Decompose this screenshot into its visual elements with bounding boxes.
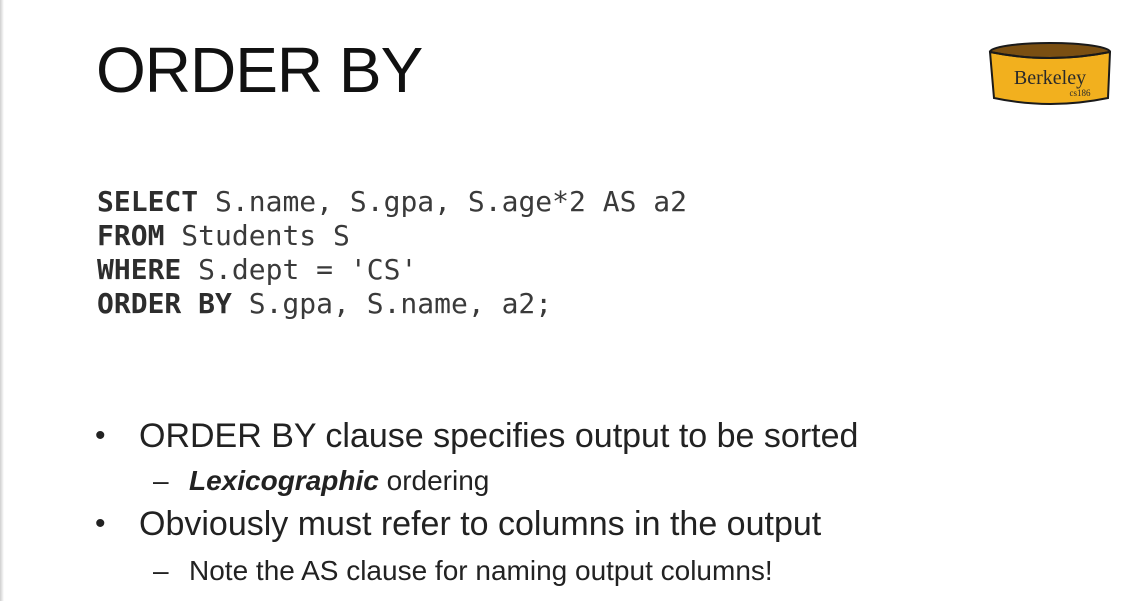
slide-title: ORDER BY xyxy=(96,34,423,106)
bullet-icon: • xyxy=(95,419,106,452)
sql-code-block: SELECT S.name, S.gpa, S.age*2 AS a2 FROM… xyxy=(97,185,687,321)
bullet-text: ORDER BY clause specifies output to be s… xyxy=(139,417,859,455)
bullet-item: • Obviously must refer to columns in the … xyxy=(95,505,821,544)
sql-keyword: FROM xyxy=(97,219,165,252)
sub-bullet-emphasis: Lexicographic xyxy=(189,465,379,496)
berkeley-logo: Berkeley cs186 xyxy=(988,42,1112,105)
bullet-text: Obviously must refer to columns in the o… xyxy=(139,505,822,543)
slide-left-edge xyxy=(0,0,4,601)
sql-keyword: WHERE xyxy=(97,253,182,286)
bullet-item: • ORDER BY clause specifies output to be … xyxy=(95,417,858,456)
code-line-select: SELECT S.name, S.gpa, S.age*2 AS a2 xyxy=(97,185,687,219)
code-line-where: WHERE S.dept = 'CS' xyxy=(97,253,687,287)
sql-text: Students S xyxy=(164,219,350,252)
sub-bullet-text: Note the AS clause for naming output col… xyxy=(189,555,773,586)
sql-text: S.gpa, S.name, a2; xyxy=(231,287,553,320)
code-line-from: FROM Students S xyxy=(97,219,687,253)
logo-subtext: cs186 xyxy=(1070,88,1091,98)
code-line-order-by: ORDER BY S.gpa, S.name, a2; xyxy=(97,287,687,321)
sql-keyword: SELECT xyxy=(97,185,199,218)
sub-bullet-text: ordering xyxy=(378,465,490,496)
dash-icon: – xyxy=(153,465,169,496)
sql-text: S.dept = 'CS' xyxy=(181,253,418,286)
dash-icon: – xyxy=(153,555,169,586)
sql-text: S.name, S.gpa, S.age*2 AS a2 xyxy=(198,185,688,218)
sql-keyword: ORDER BY xyxy=(97,287,232,320)
logo-text: Berkeley xyxy=(1014,67,1086,89)
sub-bullet-item: – Note the AS clause for naming output co… xyxy=(153,555,773,587)
sub-bullet-item: – Lexicographic ordering xyxy=(153,465,489,497)
bullet-icon: • xyxy=(95,507,106,540)
